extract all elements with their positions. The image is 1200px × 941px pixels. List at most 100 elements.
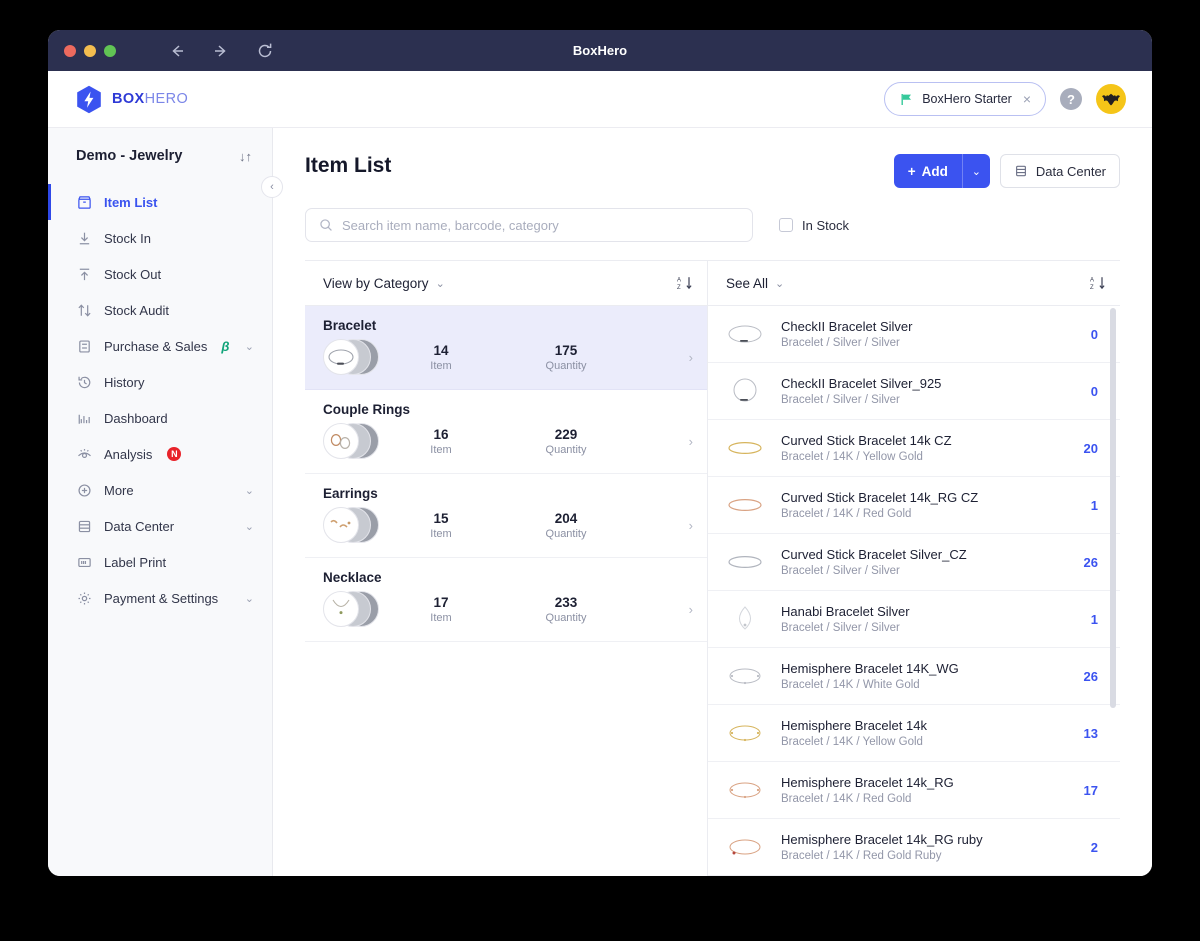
item-row[interactable]: Hemisphere Bracelet 14k Bracelet / 14K /… <box>708 705 1120 762</box>
sidebar-item-stock-audit[interactable]: Stock Audit <box>48 292 272 328</box>
panels: View by Category ⌄ A Z <box>305 260 1120 876</box>
item-row[interactable]: Hemisphere Bracelet 14k_RG ruby Bracelet… <box>708 819 1120 876</box>
item-row[interactable]: Curved Stick Bracelet 14k CZ Bracelet / … <box>708 420 1120 477</box>
chevron-down-icon[interactable]: ⌄ <box>245 484 254 497</box>
collapse-sidebar-button[interactable]: ‹ <box>261 176 283 198</box>
avatar[interactable] <box>1096 84 1126 114</box>
back-arrow-icon[interactable] <box>168 42 186 60</box>
sidebar-item-payment-settings[interactable]: Payment & Settings ⌄ <box>48 580 272 616</box>
sidebar-item-label: Label Print <box>104 555 166 570</box>
sidebar-item-history[interactable]: History <box>48 364 272 400</box>
sort-az-icon: A Z <box>1090 275 1106 291</box>
category-panel-header: View by Category ⌄ A Z <box>305 261 707 306</box>
search-input[interactable] <box>342 218 739 233</box>
category-thumbnail <box>323 589 381 629</box>
item-thumbnail <box>722 830 768 864</box>
sidebar-item-label: Data Center <box>104 519 174 534</box>
category-list: Bracelet 14 Item <box>305 306 707 876</box>
category-item-count: 14 <box>381 343 501 358</box>
sidebar-item-item-list[interactable]: Item List <box>48 184 272 220</box>
sidebar-item-data-center[interactable]: Data Center ⌄ <box>48 508 272 544</box>
category-quantity-stat: 204 Quantity <box>501 511 631 540</box>
add-button-label: Add <box>922 164 948 179</box>
in-stock-filter[interactable]: In Stock <box>779 218 849 233</box>
chevron-down-icon[interactable]: ⌄ <box>245 520 254 533</box>
category-row[interactable]: Earrings 15 Item <box>305 474 707 558</box>
item-row[interactable]: Hemisphere Bracelet 14k_RG Bracelet / 14… <box>708 762 1120 819</box>
item-name: Curved Stick Bracelet 14k CZ <box>781 433 1059 448</box>
active-indicator <box>48 184 51 220</box>
chevron-down-icon[interactable]: ⌄ <box>245 592 254 605</box>
item-meta: Bracelet / Silver / Silver <box>781 394 1059 406</box>
item-panel: See All ⌄ A Z <box>708 261 1120 876</box>
maximize-window-button[interactable] <box>104 45 116 57</box>
arrows-updown-icon <box>76 302 92 318</box>
category-item-count: 17 <box>381 595 501 610</box>
category-item-unit: Item <box>381 528 501 540</box>
help-icon[interactable]: ? <box>1060 88 1082 110</box>
reload-icon[interactable] <box>256 42 274 60</box>
add-dropdown-caret[interactable]: ⌄ <box>962 154 990 188</box>
sidebar-item-label: Stock Audit <box>104 303 169 318</box>
sidebar-item-dashboard[interactable]: Dashboard <box>48 400 272 436</box>
see-all-selector[interactable]: See All ⌄ <box>726 276 784 291</box>
category-row[interactable]: Bracelet 14 Item <box>305 306 707 390</box>
chevron-down-icon: ⌄ <box>436 277 445 290</box>
brand-bold: BOX <box>112 91 145 107</box>
item-meta: Bracelet / 14K / Red Gold <box>781 793 1059 805</box>
sidebar-item-more[interactable]: More ⌄ <box>48 472 272 508</box>
item-list-scrollbar[interactable] <box>1110 308 1116 708</box>
item-quantity: 0 <box>1072 327 1098 342</box>
sidebar-item-label-print[interactable]: Label Print <box>48 544 272 580</box>
sidebar-item-stock-out[interactable]: Stock Out <box>48 256 272 292</box>
item-row[interactable]: CheckII Bracelet Silver_925 Bracelet / S… <box>708 363 1120 420</box>
workspace-row[interactable]: Demo - Jewelry ↓↑ <box>48 142 272 170</box>
category-row[interactable]: Necklace 17 Item <box>305 558 707 642</box>
close-icon[interactable]: × <box>1023 92 1031 106</box>
chevron-right-icon[interactable]: › <box>689 350 693 365</box>
item-meta: Bracelet / 14K / Yellow Gold <box>781 736 1059 748</box>
item-row[interactable]: Curved Stick Bracelet 14k_RG CZ Bracelet… <box>708 477 1120 534</box>
add-button[interactable]: + Add ⌄ <box>894 154 990 188</box>
item-row[interactable]: Hemisphere Bracelet 14K_WG Bracelet / 14… <box>708 648 1120 705</box>
chevron-right-icon[interactable]: › <box>689 434 693 449</box>
category-item-count: 16 <box>381 427 501 442</box>
chevron-right-icon[interactable]: › <box>689 602 693 617</box>
category-quantity-value: 233 <box>501 595 631 610</box>
close-window-button[interactable] <box>64 45 76 57</box>
sidebar-item-label: Item List <box>104 195 157 210</box>
view-by-category-selector[interactable]: View by Category ⌄ <box>323 276 445 291</box>
title-bar: BoxHero <box>48 30 1152 71</box>
item-name: Curved Stick Bracelet 14k_RG CZ <box>781 490 1059 505</box>
category-row[interactable]: Couple Rings 16 Item <box>305 390 707 474</box>
forward-arrow-icon[interactable] <box>212 42 230 60</box>
plan-chip[interactable]: BoxHero Starter × <box>884 82 1046 116</box>
item-row[interactable]: Curved Stick Bracelet Silver_CZ Bracelet… <box>708 534 1120 591</box>
item-quantity: 26 <box>1072 555 1098 570</box>
workspace-sort-icon[interactable]: ↓↑ <box>239 149 252 164</box>
beta-badge: β <box>221 339 229 354</box>
sidebar-item-label: Purchase & Sales <box>104 339 207 354</box>
filter-bar: In Stock <box>305 208 1120 242</box>
brand-logo[interactable]: BOXHERO <box>76 85 188 114</box>
sidebar-item-stock-in[interactable]: Stock In <box>48 220 272 256</box>
sidebar-item-analysis[interactable]: Analysis N <box>48 436 272 472</box>
app-body: Demo - Jewelry ↓↑ Item List Stock In Sto… <box>48 128 1152 876</box>
in-stock-checkbox[interactable] <box>779 218 793 232</box>
arrow-up-icon <box>76 266 92 282</box>
chevron-down-icon[interactable]: ⌄ <box>245 340 254 353</box>
item-row[interactable]: CheckII Bracelet Silver Bracelet / Silve… <box>708 306 1120 363</box>
minimize-window-button[interactable] <box>84 45 96 57</box>
category-sort-button[interactable]: A Z <box>677 275 693 291</box>
sidebar-item-purchase-sales[interactable]: Purchase & Sales β ⌄ <box>48 328 272 364</box>
item-sort-button[interactable]: A Z <box>1090 275 1106 291</box>
data-center-button[interactable]: Data Center <box>1000 154 1120 188</box>
sort-az-icon: A Z <box>677 275 693 291</box>
chevron-right-icon[interactable]: › <box>689 518 693 533</box>
category-item-stat: 15 Item <box>381 511 501 540</box>
item-row[interactable]: Hanabi Bracelet Silver Bracelet / Silver… <box>708 591 1120 648</box>
search-box[interactable] <box>305 208 753 242</box>
add-button-main[interactable]: + Add <box>894 154 962 188</box>
category-quantity-unit: Quantity <box>501 444 631 456</box>
header-buttons: + Add ⌄ Data Center <box>894 154 1120 188</box>
